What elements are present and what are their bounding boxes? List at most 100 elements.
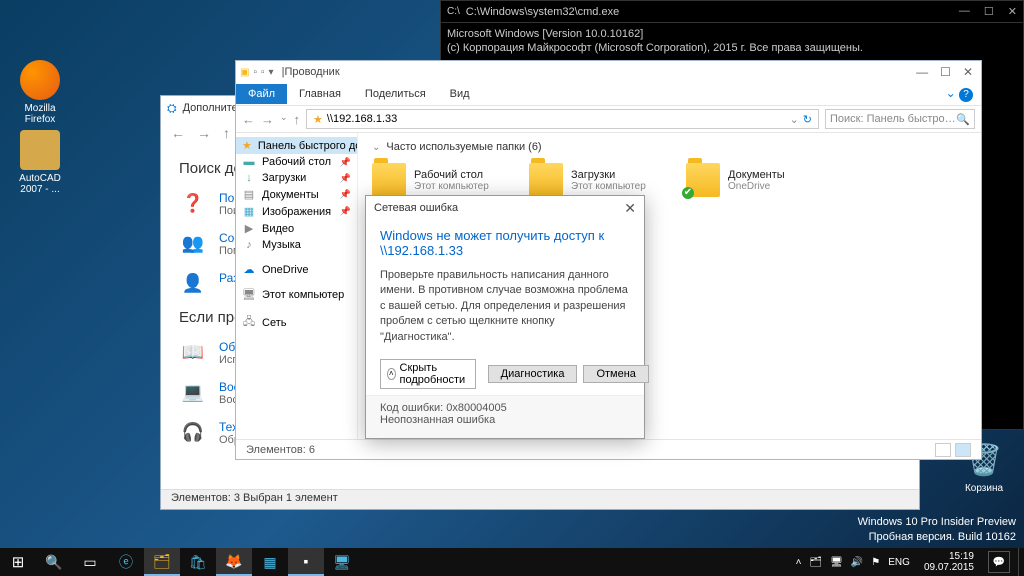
forward-button[interactable]: → (197, 125, 211, 141)
address-dropdown[interactable]: ⌄ (790, 113, 799, 126)
qat-properties[interactable]: ▫ (253, 67, 257, 78)
cancel-button[interactable]: Отмена (583, 365, 648, 383)
cmd-title-text: C:\Windows\system32\cmd.exe (466, 6, 619, 18)
firefox-button[interactable]: 🦊 (216, 548, 252, 576)
clock[interactable]: 15:19 09.07.2015 (918, 551, 980, 573)
info-icon: ❓ (179, 191, 207, 215)
watermark: Windows 10 Pro Insider Preview Пробная в… (858, 515, 1016, 544)
nav-music[interactable]: ♪Музыка (236, 237, 357, 253)
view-details[interactable] (935, 443, 951, 457)
folder-item[interactable]: ДокументыOneDrive (686, 163, 821, 197)
tab-view[interactable]: Вид (438, 84, 482, 104)
store-button[interactable]: 🛍 (180, 548, 216, 576)
nav-desktop[interactable]: ▬Рабочий стол📌 (236, 154, 357, 170)
desktop-icon: ▬ (242, 156, 256, 168)
nav-network[interactable]: 🖧Сеть (236, 311, 357, 334)
music-icon: ♪ (242, 239, 256, 251)
pin-icon: 📌 (340, 173, 351, 184)
folder-icon (529, 163, 563, 197)
nav-onedrive[interactable]: ☁OneDrive (236, 261, 357, 278)
dialog-titlebar[interactable]: Сетевая ошибка ✕ (366, 196, 644, 220)
close-button[interactable]: ✕ (963, 65, 973, 79)
error-dialog: Сетевая ошибка ✕ Windows не может получи… (365, 195, 645, 439)
nav-video[interactable]: ▶Видео (236, 220, 357, 237)
community-icon: 👥 (179, 231, 207, 255)
up-button[interactable]: ↑ (223, 125, 230, 141)
tab-file[interactable]: Файл (236, 84, 287, 104)
address-text: \\192.168.1.33 (327, 113, 397, 125)
language-indicator[interactable]: ENG (888, 557, 910, 568)
maximize-button[interactable]: ☐ (984, 5, 994, 18)
folder-icon: ▣ (240, 67, 249, 78)
pin-icon: 📌 (340, 157, 351, 168)
qat-dropdown[interactable]: ▾ (269, 67, 274, 78)
minimize-button[interactable]: — (916, 65, 928, 79)
nav-pictures[interactable]: ▦Изображения📌 (236, 203, 357, 220)
nav-quick-access[interactable]: ★Панель быстрого до (236, 137, 357, 154)
nav-documents[interactable]: ▤Документы📌 (236, 186, 357, 203)
icon-label: AutoCAD 2007 - ... (10, 173, 70, 195)
ribbon: Файл Главная Поделиться Вид ⌄ ? (236, 83, 981, 105)
action-center-button[interactable]: 💬 (988, 551, 1010, 573)
view-large[interactable] (955, 443, 971, 457)
forward-button[interactable]: → (261, 112, 274, 127)
pc-icon: 🖥 (242, 288, 256, 301)
desktop-icon-autocad[interactable]: AutoCAD 2007 - ... (10, 130, 70, 195)
nav-downloads[interactable]: ↓Загрузки📌 (236, 170, 357, 186)
qat-new-folder[interactable]: ▫ (261, 67, 265, 78)
video-icon: ▶ (242, 222, 256, 235)
chevron-up-icon: ˄ (387, 368, 396, 380)
nav-this-pc[interactable]: 🖥Этот компьютер (236, 286, 357, 303)
app-button-2[interactable]: 🖥 (324, 548, 360, 576)
back-button[interactable]: ← (171, 125, 185, 141)
explorer-button[interactable]: 🗂 (144, 548, 180, 576)
pictures-icon: ▦ (242, 205, 256, 218)
back-button[interactable]: ← (242, 112, 255, 127)
icon-label: Корзина (954, 483, 1014, 494)
tab-share[interactable]: Поделиться (353, 84, 438, 104)
group-header[interactable]: ⌄Часто используемые папки (6) (372, 141, 967, 153)
tab-home[interactable]: Главная (287, 84, 353, 104)
close-button[interactable]: ✕ (1008, 5, 1017, 18)
search-button[interactable]: 🔍 (36, 548, 72, 576)
diagnostics-button[interactable]: Диагностика (488, 365, 578, 383)
help-statusbar: Элементов: 3 Выбран 1 элемент (161, 489, 919, 509)
folder-icon (686, 163, 720, 197)
battery-icon[interactable]: 🗂 (809, 557, 822, 568)
minimize-button[interactable]: — (959, 5, 970, 18)
close-button[interactable]: ✕ (624, 200, 636, 217)
explorer-titlebar[interactable]: ▣ ▫ ▫ ▾ | Проводник — ☐ ✕ (236, 61, 981, 83)
recent-dropdown[interactable]: ⌄ (280, 112, 288, 127)
desktop-icon-firefox[interactable]: Mozilla Firefox (10, 60, 70, 125)
nav-pane: ★Панель быстрого до ▬Рабочий стол📌 ↓Загр… (236, 133, 358, 439)
maximize-button[interactable]: ☐ (940, 65, 951, 79)
task-view-button[interactable]: ▭ (72, 548, 108, 576)
folder-item[interactable]: ЗагрузкиЭтот компьютер (529, 163, 664, 197)
show-desktop-button[interactable] (1018, 548, 1022, 576)
dialog-text: Проверьте правильность написания данного… (380, 268, 630, 345)
address-bar[interactable]: ★ \\192.168.1.33 ⌄ ↻ (306, 109, 819, 129)
onedrive-icon: ☁ (242, 263, 256, 276)
cmd-titlebar[interactable]: C:\ C:\Windows\system32\cmd.exe — ☐ ✕ (441, 1, 1023, 23)
tray-chevron[interactable]: ˄ (796, 557, 802, 568)
edge-button[interactable]: ⓔ (108, 548, 144, 576)
cmd-button[interactable]: ▪ (288, 548, 324, 576)
network-icon[interactable]: 🖥 (830, 557, 843, 568)
up-button[interactable]: ↑ (294, 112, 301, 127)
statusbar: Элементов: 6 (236, 439, 981, 459)
ribbon-help[interactable]: ⌄ ? (946, 86, 981, 102)
app-button[interactable]: ▦ (252, 548, 288, 576)
cmd-icon: C:\ (447, 6, 460, 17)
folder-item[interactable]: Рабочий столЭтот компьютер (372, 163, 507, 197)
flag-icon[interactable]: ⚑ (871, 557, 880, 568)
search-input[interactable]: Поиск: Панель быстрого дос... 🔍 (825, 109, 975, 129)
autocad-icon (20, 130, 60, 170)
pin-icon: 📌 (340, 189, 351, 200)
hide-details-button[interactable]: ˄ Скрыть подробности (380, 359, 476, 389)
restore-icon: 💻 (179, 380, 207, 404)
refresh-button[interactable]: ↻ (803, 113, 812, 126)
volume-icon[interactable]: 🔊 (851, 557, 863, 568)
help-icon: ⛭ (167, 101, 177, 116)
start-button[interactable]: ⊞ (0, 548, 36, 576)
window-title: Проводник (284, 66, 339, 78)
